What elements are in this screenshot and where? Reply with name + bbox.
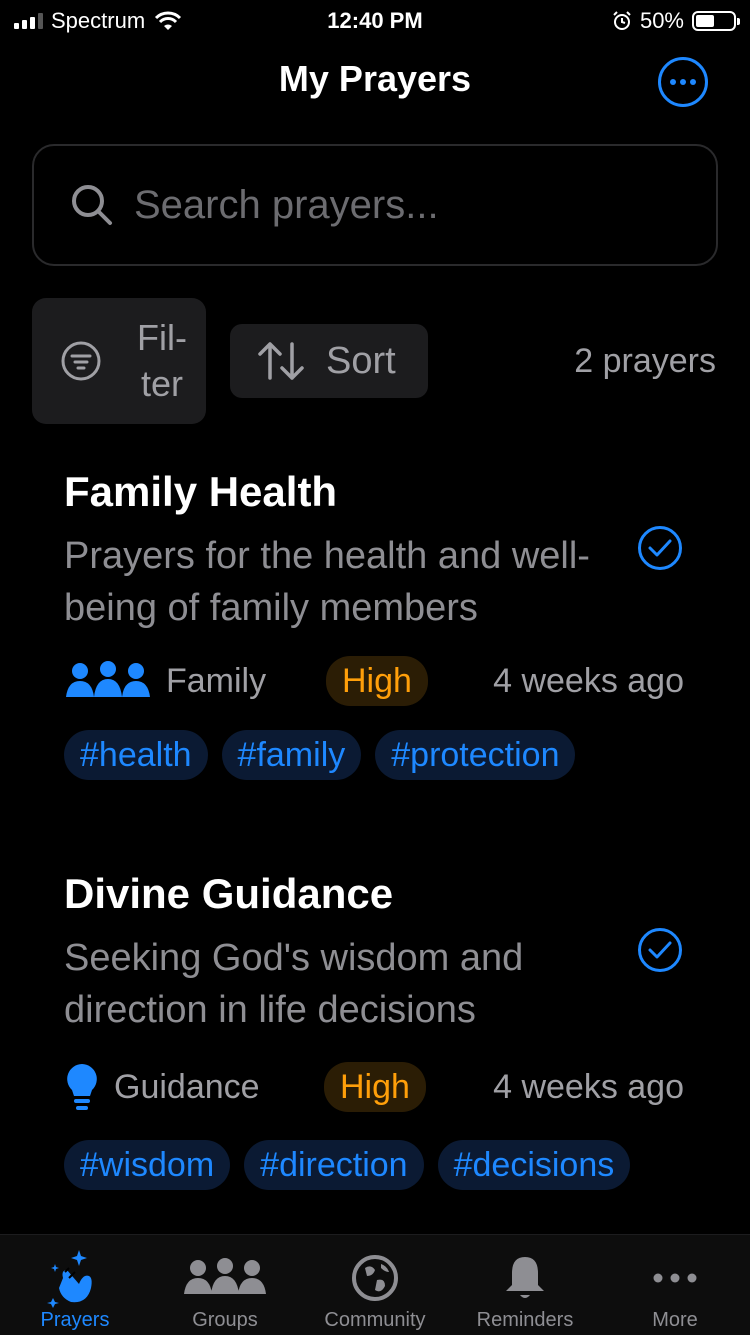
answered-check-icon[interactable] (638, 928, 682, 972)
more-options-button[interactable] (658, 57, 708, 107)
category-label: Family (166, 661, 267, 700)
tab-community[interactable]: Community (300, 1235, 450, 1335)
timestamp: 4 weeks ago (493, 661, 684, 700)
people-icon (184, 1258, 266, 1294)
globe-icon (352, 1255, 398, 1301)
filter-button[interactable]: Fil- ter (32, 298, 206, 424)
prayer-count: 2 prayers (574, 342, 716, 380)
prayer-card[interactable]: Divine Guidance Seeking God's wisdom and… (64, 870, 704, 1200)
people-icon (66, 661, 150, 697)
tab-more[interactable]: More (600, 1235, 750, 1335)
battery-icon (692, 11, 740, 31)
prayer-description: Seeking God's wisdom and direction in li… (64, 937, 524, 1031)
filter-icon (61, 341, 101, 381)
prayer-title: Family Health (64, 468, 338, 515)
status-bar: Spectrum 12:40 PM 50% (0, 0, 750, 40)
search-input[interactable] (132, 181, 656, 229)
page-title: My Prayers (278, 58, 472, 99)
bell-icon (506, 1257, 544, 1298)
timestamp: 4 weeks ago (493, 1067, 684, 1106)
tag-chip[interactable]: #decisions (437, 1140, 631, 1190)
tag-list: #health #family #protection (64, 730, 576, 780)
priority-badge: High (324, 1062, 426, 1112)
tab-reminders[interactable]: Reminders (450, 1235, 600, 1335)
priority-badge: High (326, 656, 428, 706)
battery-percent: 50% (639, 8, 684, 33)
tab-label: Prayers (40, 1309, 110, 1331)
search-bar[interactable] (32, 144, 718, 266)
tag-chip[interactable]: #health (64, 730, 208, 780)
tab-label: Community (324, 1309, 426, 1331)
tag-chip[interactable]: #family (221, 730, 362, 780)
lightbulb-icon (67, 1064, 97, 1110)
prayer-description: Prayers for the health and well-being of… (64, 535, 590, 629)
alarm-icon (613, 11, 631, 30)
tag-chip[interactable]: #protection (375, 730, 576, 780)
tag-list: #wisdom #direction #decisions (64, 1140, 631, 1190)
prayer-card[interactable]: Family Health Prayers for the health and… (64, 468, 704, 788)
search-icon (72, 185, 112, 225)
tab-prayers[interactable]: Prayers (0, 1235, 150, 1335)
category-label: Guidance (114, 1067, 260, 1106)
tab-groups[interactable]: Groups (150, 1235, 300, 1335)
sort-button[interactable]: Sort (230, 324, 428, 398)
filter-label: Fil- ter (137, 317, 187, 404)
tab-label: Reminders (476, 1309, 574, 1331)
more-dots-icon (653, 1273, 697, 1283)
sort-arrows-icon (258, 342, 304, 380)
ellipsis-icon (670, 79, 676, 85)
prayer-title: Divine Guidance (64, 870, 394, 917)
tab-label: More (652, 1309, 698, 1331)
tab-label: Groups (192, 1309, 258, 1331)
tag-chip[interactable]: #direction (244, 1140, 424, 1190)
tag-chip[interactable]: #wisdom (64, 1140, 231, 1190)
praying-hands-icon (47, 1250, 92, 1308)
tab-bar: Prayers Groups Community Reminders More (0, 1234, 750, 1335)
answered-check-icon[interactable] (638, 526, 682, 570)
sort-label: Sort (326, 339, 396, 382)
